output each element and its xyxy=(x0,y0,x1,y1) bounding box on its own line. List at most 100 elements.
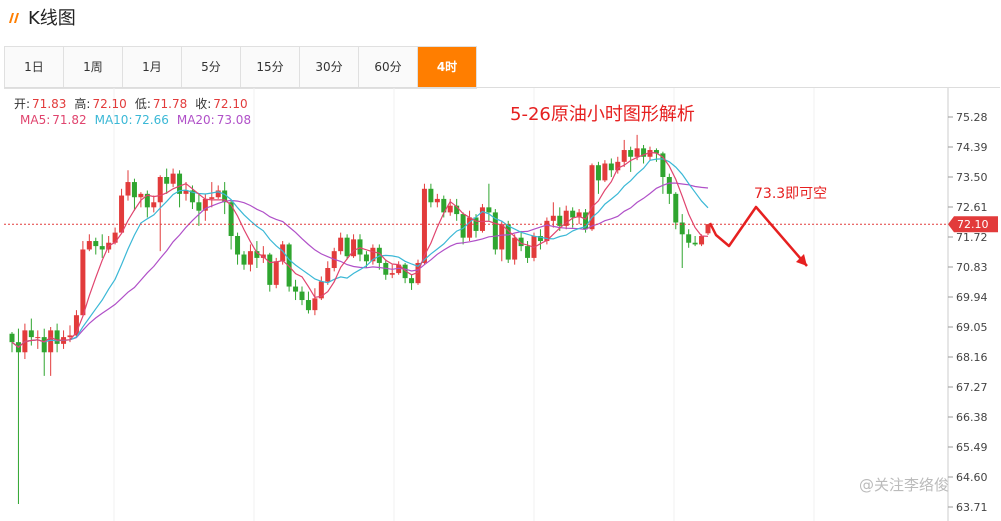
candle-body xyxy=(608,163,614,171)
low-label: 低: xyxy=(135,97,151,111)
open-label: 开: xyxy=(14,97,30,111)
candle-body xyxy=(80,249,86,316)
watermark: @关注李络俊 xyxy=(859,476,949,494)
ma20-value: 73.08 xyxy=(217,113,251,127)
candle-body xyxy=(151,202,157,208)
candle-body xyxy=(305,300,311,311)
forecast-path xyxy=(708,205,808,267)
y-tick-label: 69.05 xyxy=(956,321,988,334)
candle-body xyxy=(125,182,131,196)
candle-body xyxy=(550,215,556,221)
candle-body xyxy=(93,241,99,247)
annotation-title: 5-26原油小时图形解析 xyxy=(510,104,695,125)
candle-body xyxy=(235,235,241,255)
y-tick-label: 72.61 xyxy=(956,201,988,214)
annotation-target: 73.3即可空 xyxy=(754,186,827,202)
y-tick-label: 71.72 xyxy=(956,231,988,244)
ma20-label: MA20: xyxy=(177,113,215,127)
candle-body xyxy=(602,163,608,181)
high-value: 72.10 xyxy=(92,97,126,111)
candle-body xyxy=(293,286,299,292)
kline-chart-svg: 75.28 74.39 73.50 72.61 71.72 70.83 69.94 69.05… xyxy=(4,88,998,521)
open-value: 71.83 xyxy=(32,97,66,111)
candle-body xyxy=(325,268,331,282)
candle-body xyxy=(35,337,41,339)
tab-4[interactable]: 15分 xyxy=(241,47,300,88)
app-logo-icon xyxy=(9,13,19,23)
candle-body xyxy=(196,202,202,211)
candle-body xyxy=(628,150,634,157)
candle-body xyxy=(621,150,627,162)
candle-body xyxy=(570,210,576,218)
ma5-value: 71.82 xyxy=(52,113,86,127)
candle-body xyxy=(170,173,176,184)
candle-body xyxy=(48,330,54,353)
candle-body xyxy=(41,337,47,353)
candle-body xyxy=(267,254,273,285)
y-tick-label: 65.49 xyxy=(956,441,988,454)
candle-body xyxy=(209,197,215,199)
tab-6[interactable]: 60分 xyxy=(359,47,418,88)
candle-body xyxy=(409,278,415,284)
candle-body xyxy=(499,224,505,250)
candle-body xyxy=(447,205,453,213)
tab-0[interactable]: 1日 xyxy=(5,47,64,88)
tab-3[interactable]: 5分 xyxy=(182,47,241,88)
tab-2[interactable]: 1月 xyxy=(123,47,182,88)
candle-body xyxy=(699,235,705,245)
candle-body xyxy=(112,232,118,243)
tab-7[interactable]: 4时 xyxy=(418,47,477,88)
candle-body xyxy=(157,177,163,203)
candle-body xyxy=(344,237,350,257)
ma10-label: MA10: xyxy=(95,113,133,127)
app-title: K线图 xyxy=(28,8,76,29)
y-tick-label: 74.39 xyxy=(956,141,988,154)
ma20-line xyxy=(11,182,709,348)
tab-1[interactable]: 1周 xyxy=(64,47,123,88)
y-tick-label: 69.94 xyxy=(956,291,988,304)
candle-body xyxy=(673,193,679,223)
candle-body xyxy=(164,177,170,184)
candle-body xyxy=(273,261,279,285)
candle-body xyxy=(525,246,531,258)
period-tabs: 1日 1周 1月 5分 15分 30分 60分 4时 xyxy=(4,46,477,89)
candle-body xyxy=(705,224,711,234)
candle-body xyxy=(312,298,318,311)
candle-body xyxy=(460,214,466,238)
y-tick-label: 67.27 xyxy=(956,381,988,394)
y-tick-label: 66.38 xyxy=(956,411,988,424)
candle-body xyxy=(512,237,518,260)
candle-body xyxy=(131,182,137,198)
candle-body xyxy=(486,207,492,213)
candle-body xyxy=(99,246,105,250)
candle-body xyxy=(595,165,601,181)
high-label: 高: xyxy=(74,96,90,111)
current-price-label: 72.10 xyxy=(957,218,989,231)
candle-body xyxy=(9,333,15,343)
candle-body xyxy=(479,207,485,231)
header: K线图 xyxy=(0,0,1001,40)
candle-body xyxy=(389,273,395,275)
candle-body xyxy=(241,254,247,265)
y-tick-label: 75.28 xyxy=(956,111,988,124)
candle-body xyxy=(692,242,698,245)
close-value: 72.10 xyxy=(213,97,247,111)
candle-body xyxy=(119,195,125,233)
candle-body xyxy=(434,198,440,203)
y-tick-label: 70.83 xyxy=(956,261,988,274)
y-tick-label: 63.71 xyxy=(956,501,988,514)
kline-chart[interactable]: 75.28 74.39 73.50 72.61 71.72 70.83 69.94 69.05… xyxy=(4,87,1000,521)
candle-body xyxy=(86,241,92,250)
tab-5[interactable]: 30分 xyxy=(300,47,359,88)
y-tick-label: 73.50 xyxy=(956,171,988,184)
ma5-label: MA5: xyxy=(20,113,50,127)
candle-body xyxy=(666,177,672,194)
ma10-value: 72.66 xyxy=(134,113,168,127)
candle-body xyxy=(686,234,692,243)
candle-body xyxy=(28,330,34,338)
candle-body xyxy=(363,254,369,262)
candle-body xyxy=(338,237,344,252)
y-tick-label: 68.16 xyxy=(956,351,988,364)
low-value: 71.78 xyxy=(153,97,187,111)
candle-body xyxy=(299,291,305,301)
